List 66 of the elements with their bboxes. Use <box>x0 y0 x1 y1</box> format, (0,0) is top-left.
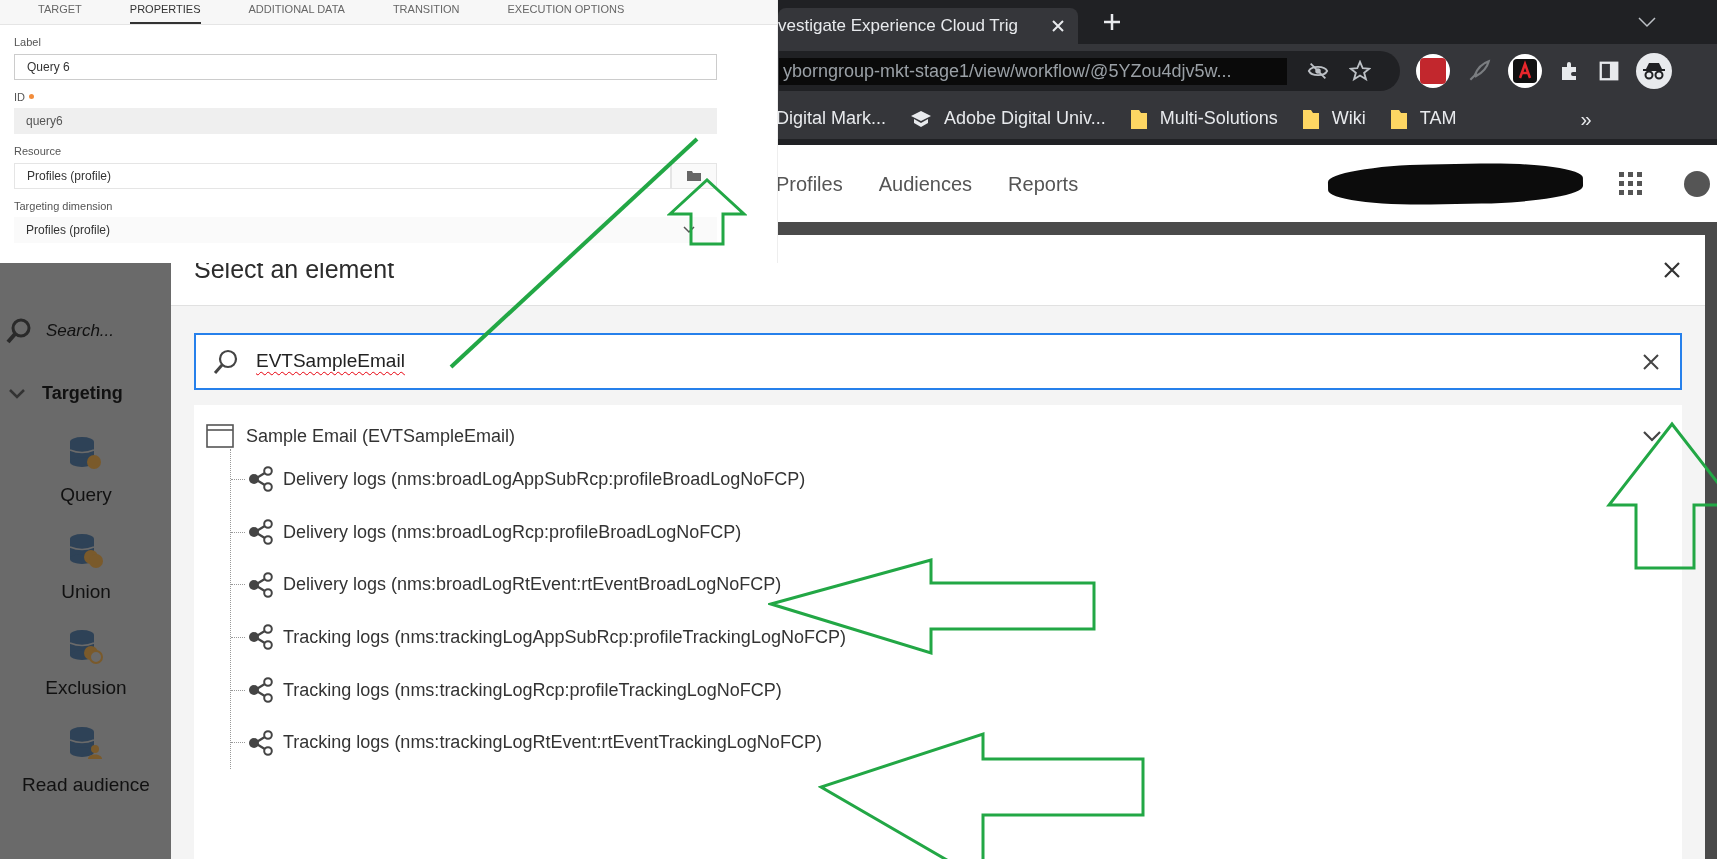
bookmark[interactable]: Wiki <box>1301 105 1366 132</box>
tab[interactable]: PROPERTIES <box>129 0 201 24</box>
nav-link[interactable]: Reports <box>1008 168 1079 199</box>
input-field[interactable]: Profiles (profile) <box>14 162 671 189</box>
address-bar[interactable]: yborngroup-mkt-stage1/view/workflow/@5YZou4djv5w... <box>779 51 1400 91</box>
bookmark[interactable]: Multi-Solutions <box>1129 105 1278 132</box>
tree-item[interactable]: Delivery logs (nms:broadLogRtEvent:rtEventBroadLogNoFCP) <box>247 570 782 599</box>
tree-item[interactable]: Tracking logs (nms:trackingLogRcp:profileTrackingLogNoFCP) <box>247 676 782 704</box>
field-label: Resource <box>14 144 62 159</box>
url-text: yborngroup-mkt-stage1/view/workflow/@5YZou4djv5w... <box>779 57 1287 85</box>
close-icon[interactable] <box>1663 261 1681 279</box>
nav-link[interactable]: Audiences <box>878 168 973 199</box>
search-field[interactable]: EVTSampleEmail <box>194 333 1682 390</box>
field-label: ID <box>14 89 25 105</box>
tree-item[interactable]: Sample Email (EVTSampleEmail) <box>206 423 1662 449</box>
tree-item[interactable]: Delivery logs (nms:broadLogRcp:profileBroadLogNoFCP) <box>247 518 742 546</box>
folder-icon <box>687 170 701 181</box>
folder-icon <box>1129 107 1148 130</box>
folder-icon <box>1301 107 1320 130</box>
eye-slash-icon[interactable] <box>1307 60 1329 82</box>
apps-grid-icon[interactable] <box>1618 170 1645 197</box>
share-icon <box>247 623 275 652</box>
tab[interactable]: TARGET <box>38 0 82 24</box>
database-icon <box>68 628 104 664</box>
tree-item[interactable]: Tracking logs (nms:trackingLogRtEvent:rtEventTrackingLogNoFCP) <box>247 728 822 757</box>
bookmark[interactable]: Adobe Digital Univ... <box>910 105 1106 132</box>
tree-item[interactable]: Delivery logs (nms:broadLogAppSubRcp:profileBroadLogNoFCP) <box>247 465 806 494</box>
browser-tab[interactable]: vestigate Experience Cloud Trig <box>778 8 1078 44</box>
folder-icon <box>1389 107 1408 130</box>
clear-icon[interactable] <box>1642 352 1660 371</box>
database-icon <box>68 531 104 568</box>
tree-item[interactable]: Tracking logs (nms:trackingLogAppSubRcp:profileTrackingLogNoFCP) <box>247 623 846 652</box>
chevron-down-icon <box>683 226 695 234</box>
new-tab-icon[interactable] <box>1102 12 1122 32</box>
tab[interactable]: EXECUTION OPTIONS <box>507 0 625 24</box>
tab-title: vestigate Experience Cloud Trig <box>778 15 1019 38</box>
dropdown[interactable]: Profiles (profile) <box>14 217 717 243</box>
field-label: Label <box>14 35 41 50</box>
nav-link[interactable]: Profiles <box>776 168 843 199</box>
window-icon <box>206 424 234 448</box>
chevron-down-icon[interactable] <box>1637 16 1657 28</box>
input-field[interactable]: Query 6 <box>14 53 717 80</box>
tab[interactable]: ADDITIONAL DATA <box>248 0 345 24</box>
input-field: query6 <box>14 108 717 134</box>
incognito-icon[interactable] <box>1636 53 1672 89</box>
side-panel-icon[interactable] <box>1598 60 1620 82</box>
share-icon <box>247 570 275 599</box>
bookmark[interactable]: TAM <box>1389 105 1457 132</box>
star-icon[interactable] <box>1349 60 1371 82</box>
graduation-cap-icon <box>910 108 933 129</box>
database-icon <box>68 435 104 471</box>
field-label: Targeting dimension <box>14 198 113 214</box>
database-icon <box>68 724 104 761</box>
browse-button[interactable] <box>671 162 717 189</box>
share-icon <box>247 676 275 704</box>
close-icon[interactable] <box>1050 18 1066 34</box>
search-icon <box>212 347 240 376</box>
share-icon <box>247 728 275 757</box>
tab[interactable]: TRANSITION <box>392 0 460 24</box>
share-icon <box>247 465 275 494</box>
bookmark[interactable]: Digital Mark... <box>776 105 887 132</box>
extension-icon[interactable] <box>1416 54 1450 88</box>
adobe-extension-icon[interactable] <box>1508 54 1542 88</box>
chevron-down-icon[interactable] <box>1642 430 1662 442</box>
more-bookmarks-button[interactable]: » <box>1580 103 1592 134</box>
share-icon <box>247 518 275 546</box>
